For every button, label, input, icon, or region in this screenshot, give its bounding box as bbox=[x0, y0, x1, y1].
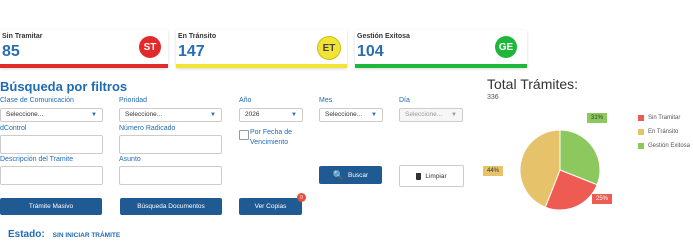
descripcion-label: Descripción del Tramite bbox=[0, 156, 74, 163]
chart-subtitle: 336 bbox=[487, 94, 499, 101]
vencimiento-label: Por Fecha de Vencimiento bbox=[250, 129, 293, 146]
dia-label: Día bbox=[399, 97, 410, 104]
chevron-down-icon: ▼ bbox=[91, 112, 97, 118]
card-color-bar bbox=[355, 64, 527, 68]
card-label: Gestión Exitosa bbox=[357, 33, 410, 40]
asunto-input[interactable] bbox=[119, 166, 222, 185]
pie-chart bbox=[519, 129, 601, 211]
legend-swatch bbox=[638, 143, 644, 149]
legend-swatch bbox=[638, 115, 644, 121]
filters-title: Búsqueda por filtros bbox=[0, 79, 128, 94]
legend-swatch bbox=[638, 129, 644, 135]
card-color-bar bbox=[176, 64, 347, 68]
radicado-label: Número Radicado bbox=[119, 125, 176, 132]
anio-select[interactable]: 2026 ▼ bbox=[239, 108, 303, 122]
card-sin-tramitar: Sin Tramitar 85 ST bbox=[0, 30, 168, 68]
anio-label: Año bbox=[239, 97, 252, 104]
trash-icon bbox=[416, 172, 422, 180]
legend-gestion-exitosa: Gestión Exitosa bbox=[638, 143, 690, 149]
clase-select[interactable]: Seleccione... ▼ bbox=[0, 108, 103, 122]
chevron-down-icon: ▼ bbox=[210, 112, 216, 118]
card-label: En Tránsito bbox=[178, 33, 217, 40]
card-en-transito: En Tránsito 147 ET bbox=[176, 30, 347, 68]
dia-select[interactable]: Seleccione... ▼ bbox=[399, 108, 463, 122]
card-value: 147 bbox=[178, 43, 205, 60]
estado-value: SIN INICIAR TRÁMITE bbox=[52, 232, 121, 239]
chevron-down-icon: ▼ bbox=[371, 112, 377, 118]
ver-copias-count-badge: 0 bbox=[297, 193, 306, 202]
asunto-label: Asunto bbox=[119, 156, 141, 163]
mes-select[interactable]: Seleccione... ▼ bbox=[319, 108, 383, 122]
descripcion-input[interactable] bbox=[0, 166, 103, 185]
card-gestion-exitosa: Gestión Exitosa 104 GE bbox=[355, 30, 527, 68]
prioridad-label: Prioridad bbox=[119, 97, 148, 104]
card-color-bar bbox=[0, 64, 168, 68]
buscar-button[interactable]: 🔍 Buscar bbox=[319, 166, 382, 184]
chevron-down-icon: ▼ bbox=[451, 112, 457, 118]
card-value: 85 bbox=[2, 43, 20, 60]
tramite-masivo-button[interactable]: Trámite Masivo bbox=[0, 198, 102, 215]
card-value: 104 bbox=[357, 43, 384, 60]
pie-label-sin-tramitar: 25% bbox=[592, 194, 613, 204]
chevron-down-icon: ▼ bbox=[291, 112, 297, 118]
pie-label-gestion: 31% bbox=[587, 113, 608, 123]
legend-sin-tramitar: Sin Tramitar bbox=[638, 115, 680, 121]
radicado-input[interactable] bbox=[119, 135, 222, 154]
st-badge-icon: ST bbox=[139, 36, 161, 58]
estado-label: Estado: bbox=[8, 229, 45, 240]
legend-en-transito: En Tránsito bbox=[638, 129, 678, 135]
ver-copias-button[interactable]: Ver Copias bbox=[239, 198, 302, 215]
vencimiento-checkbox[interactable] bbox=[239, 130, 249, 140]
idcontrol-input[interactable] bbox=[0, 135, 103, 154]
busqueda-documentos-button[interactable]: Búsqueda Documentos bbox=[120, 198, 222, 215]
ge-badge-icon: GE bbox=[495, 36, 517, 58]
search-icon: 🔍 bbox=[332, 169, 344, 180]
card-label: Sin Tramitar bbox=[2, 33, 43, 40]
chart-title: Total Trámites: bbox=[487, 76, 579, 92]
et-badge-icon: ET bbox=[317, 36, 341, 60]
pie-label-transito: 44% bbox=[483, 166, 504, 176]
clase-label: Clase de Comunicación bbox=[0, 97, 74, 104]
prioridad-select[interactable]: Seleccione... ▼ bbox=[119, 108, 222, 122]
limpiar-button[interactable]: Limpiar bbox=[399, 165, 464, 187]
mes-label: Mes bbox=[319, 97, 333, 104]
idcontrol-label: dControl bbox=[0, 125, 27, 132]
estado-row: Estado: SIN INICIAR TRÁMITE bbox=[8, 229, 120, 240]
